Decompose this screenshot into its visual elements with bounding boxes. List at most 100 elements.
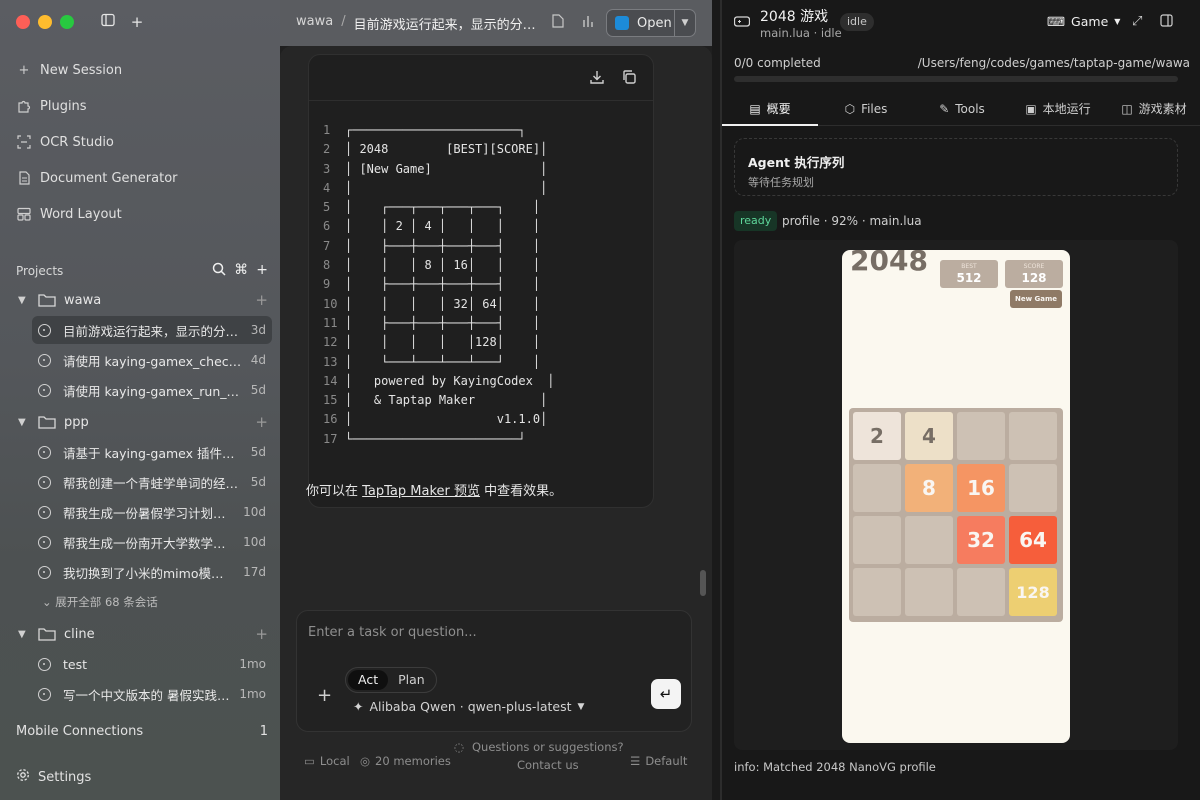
taptap-preview-link[interactable]: TapTap Maker 预览 (362, 484, 480, 499)
bar-chart-icon[interactable] (582, 14, 594, 32)
session-age: 17d (243, 565, 266, 579)
tab-overview[interactable]: ▤ 概要 (722, 92, 818, 126)
mode-act-button[interactable]: Act (348, 670, 389, 690)
line-number: 2 (323, 142, 331, 157)
tab-local-run[interactable]: ▣ 本地运行 (1010, 92, 1106, 125)
projects-header: Projects ⌘ + (16, 262, 268, 280)
project-name: wawa (64, 292, 102, 308)
panel-tabs: ▤ 概要 ⬡ Files ✎ Tools ▣ 本地运行 ◫ 游戏素材 (722, 92, 1200, 126)
session-title: 帮我创建一个青蛙学单词的经… (63, 475, 239, 491)
line-text: ┌───────────────────────┐ (345, 123, 526, 137)
footer-local[interactable]: ▭ Local (304, 754, 350, 768)
new-tab-icon[interactable]: + (127, 12, 147, 32)
footer-default[interactable]: ☰ Default (630, 754, 687, 768)
add-project-icon[interactable]: + (256, 262, 268, 280)
score-value: 128 (1021, 271, 1047, 285)
session-age: 5d (250, 383, 266, 397)
copy-icon[interactable] (621, 69, 639, 87)
session-item[interactable]: 请基于 kaying-gamex 插件，… 5d (32, 438, 272, 466)
close-window-button[interactable] (16, 15, 30, 29)
search-icon[interactable] (212, 262, 226, 280)
nav-document-generator[interactable]: Document Generator (16, 167, 178, 189)
line-number: 8 (323, 258, 331, 273)
session-age: 10d (243, 535, 266, 549)
code-block-header (309, 55, 653, 101)
add-session-icon[interactable]: + (255, 625, 268, 643)
session-item[interactable]: 目前游戏运行起来，显示的分… 3d (32, 316, 272, 344)
session-item[interactable]: 请使用 kaying-gamex_check_… 4d (32, 346, 272, 374)
settings-button[interactable]: Settings (16, 768, 91, 786)
expand-icon[interactable]: ⤢ (1132, 14, 1142, 29)
chevron-down-icon[interactable]: ▼ (675, 18, 695, 28)
toggle-sidebar-icon[interactable] (98, 12, 118, 32)
session-item[interactable]: 帮我生成一份暑假学习计划，… 10d (32, 498, 272, 526)
game-tile: 8 (905, 464, 953, 512)
new-game-button[interactable]: New Game (1010, 290, 1062, 308)
download-icon[interactable] (589, 69, 607, 87)
breadcrumb-session: 目前游戏运行起来，显示的分… (353, 18, 536, 33)
zoom-window-button[interactable] (60, 15, 74, 29)
footer-memories[interactable]: ◎ 20 memories (360, 754, 451, 768)
session-item[interactable]: 帮我生成一份南开大学数学系… 10d (32, 528, 272, 556)
collapse-panel-icon[interactable] (1160, 14, 1173, 31)
game-dropdown[interactable]: ⌨ Game ▼ (1047, 14, 1120, 29)
nav-word-layout[interactable]: Word Layout (16, 203, 122, 225)
phone-screen[interactable]: 2048 BEST 512 SCORE 128 New Game 2 4 8 16 32… (842, 250, 1070, 743)
session-item[interactable]: test 1mo (32, 650, 272, 678)
chat-body: 1 ┌───────────────────────┐ 2 │ 2048 [BEST]… (280, 46, 712, 800)
contact-us-link[interactable]: Contact us (517, 757, 579, 773)
game-panel: 2048 游戏 main.lua · idle idle ⌨ Game ▼ ⤢ … (720, 0, 1200, 800)
send-button[interactable]: ↵ (651, 679, 681, 709)
project-folder-cline[interactable]: ▼ cline + (18, 622, 268, 646)
sidebar: + + New Session Plugins OCR Studio Docum… (0, 0, 280, 800)
chevron-down-icon: ▼ (1114, 17, 1121, 26)
tab-tools[interactable]: ✎ Tools (914, 92, 1010, 125)
session-item[interactable]: 我切换到了小米的mimo模型… 17d (32, 558, 272, 586)
code-line: 4 │ │ (323, 179, 555, 198)
nav-plugins[interactable]: Plugins (16, 95, 87, 117)
project-folder-ppp[interactable]: ▼ ppp + (18, 410, 268, 434)
task-input-box[interactable]: Enter a task or question... + Act Plan ✦… (296, 610, 692, 732)
line-text: │ │ │ │ │128│ │ (345, 335, 541, 350)
nav-ocr-studio[interactable]: OCR Studio (16, 131, 114, 153)
command-icon[interactable]: ⌘ (234, 262, 248, 280)
session-title: 写一个中文版本的 暑假实践… (63, 687, 230, 703)
line-text: │ │ │ 8 │ 16│ │ │ (345, 258, 541, 273)
project-folder-wawa[interactable]: ▼ wawa + (18, 288, 268, 312)
line-number: 12 (323, 335, 338, 350)
mobile-connections[interactable]: Mobile Connections 1 (16, 724, 268, 739)
minimize-window-button[interactable] (38, 15, 52, 29)
code-line: 6 │ │ 2 │ 4 │ │ │ │ (323, 217, 555, 236)
game-board: 2 4 8 16 32 64 128 (849, 408, 1063, 622)
session-item[interactable]: 写一个中文版本的 暑假实践… 1mo (32, 680, 272, 708)
expand-all-sessions-link[interactable]: ⌄ 展开全部 68 条会话 (42, 594, 158, 610)
file-icon[interactable] (552, 14, 564, 32)
game-tile: 64 (1009, 516, 1057, 564)
nav-new-session[interactable]: + New Session (16, 59, 123, 81)
model-selector[interactable]: ✦ Alibaba Qwen · qwen-plus-latest ▼ (353, 699, 584, 714)
session-item[interactable]: 帮我创建一个青蛙学单词的经… 5d (32, 468, 272, 496)
open-in-editor-button[interactable]: Open ▼ (606, 9, 696, 37)
line-text: │ 2048 [BEST][SCORE]│ (345, 142, 548, 157)
clock-icon (38, 475, 51, 489)
best-value: 512 (956, 271, 982, 285)
line-number: 1 (323, 123, 331, 137)
add-session-icon[interactable]: + (255, 413, 268, 431)
session-age: 1mo (239, 687, 266, 701)
task-input-placeholder[interactable]: Enter a task or question... (308, 625, 477, 640)
attach-plus-icon[interactable]: + (317, 685, 332, 706)
tab-game-assets[interactable]: ◫ 游戏素材 (1106, 92, 1200, 125)
scrollbar-thumb[interactable] (700, 570, 706, 596)
sparkle-icon: ✦ (353, 699, 364, 714)
code-line: 14 │ powered by KayingCodex │ (323, 372, 555, 391)
footer-feedback[interactable]: Questions or suggestions? Contact us (472, 739, 624, 773)
tab-files[interactable]: ⬡ Files (818, 92, 914, 125)
session-title: 请基于 kaying-gamex 插件，… (63, 445, 243, 461)
mode-plan-button[interactable]: Plan (388, 670, 435, 690)
add-session-icon[interactable]: + (255, 291, 268, 309)
session-item[interactable]: 请使用 kaying-gamex_run_pr… 5d (32, 376, 272, 404)
nav-label: Document Generator (40, 170, 178, 186)
breadcrumb-project[interactable]: wawa (296, 14, 333, 33)
game-tile: 128 (1009, 568, 1057, 616)
nav-label: Word Layout (40, 206, 122, 222)
